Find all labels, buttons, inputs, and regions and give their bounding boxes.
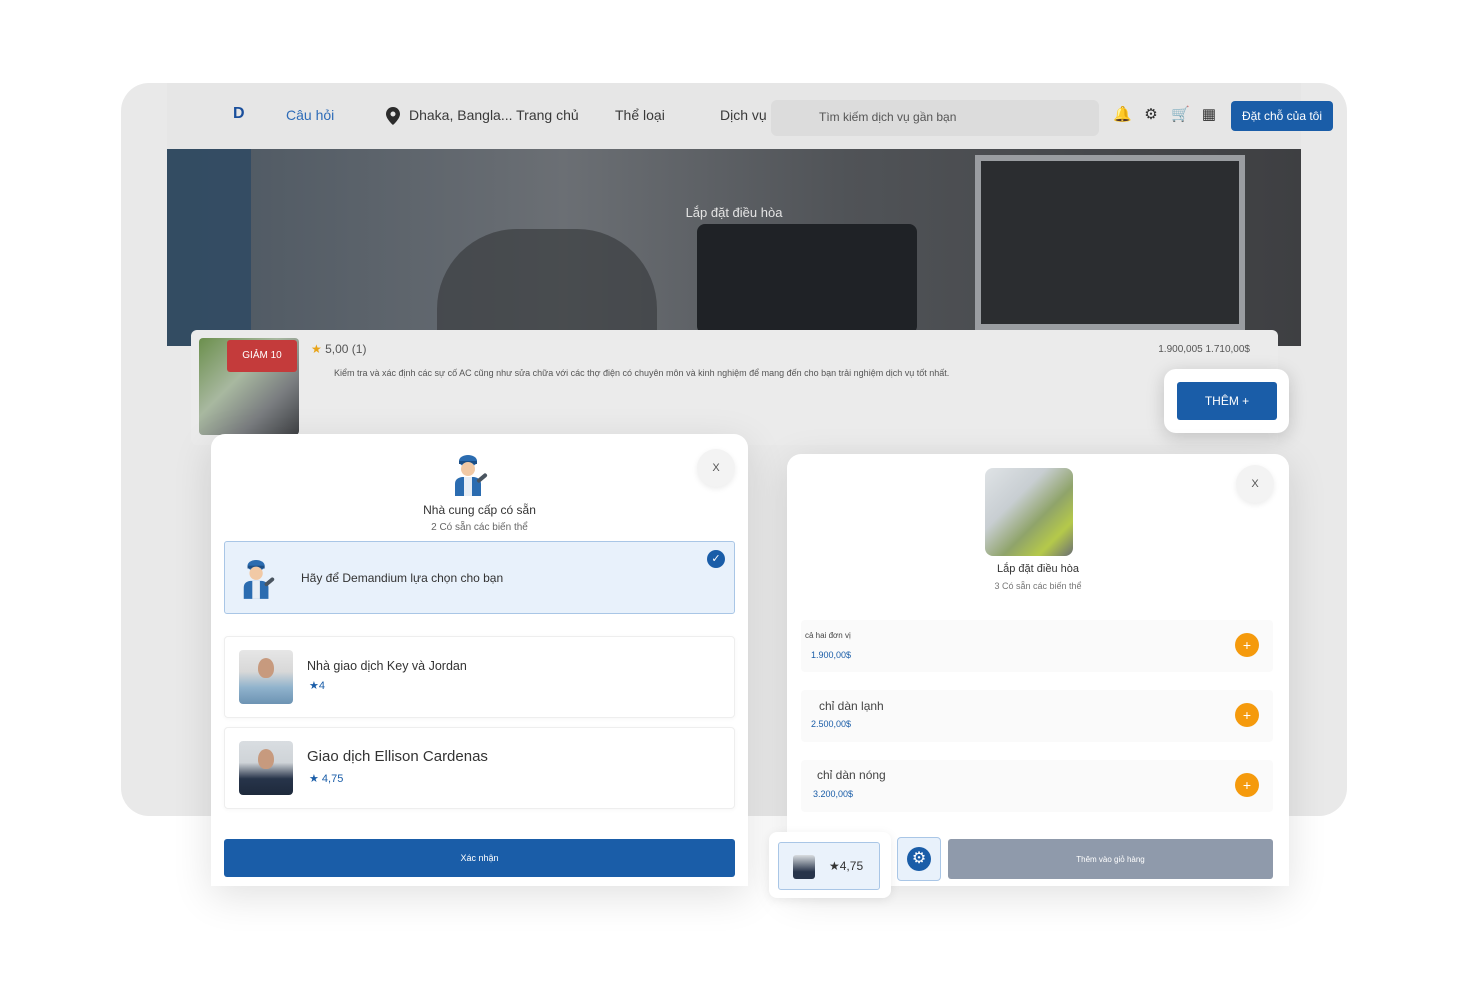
variant-name: chỉ dàn lạnh: [819, 699, 884, 713]
selected-provider-wrapper: ★4,75: [769, 832, 891, 898]
add-service-button[interactable]: THÊM +: [1177, 382, 1277, 420]
provider-name: Giao dịch Ellison Cardenas: [307, 748, 488, 765]
logo[interactable]: D: [233, 105, 249, 127]
cart-icon[interactable]: 🛒: [1171, 106, 1190, 124]
rating-value: 5,00 (1): [325, 342, 367, 356]
add-variant-button[interactable]: +: [1235, 773, 1259, 797]
variant-modal-subtitle: 3 Có sẵn các biến thể: [994, 581, 1082, 591]
location-selector[interactable]: Dhaka, Bangla... Trang chủ: [409, 107, 579, 123]
nav-questions[interactable]: Câu hỏi: [286, 107, 334, 123]
variant-name: cả hai đơn vị: [805, 631, 851, 640]
service-price: 1.900,005 1.710,00$: [1158, 344, 1250, 355]
star-icon: ★: [311, 342, 322, 356]
nav-categories[interactable]: Thể loại: [615, 107, 665, 123]
discount-badge: GIẢM 10: [227, 340, 297, 372]
close-button[interactable]: X: [697, 449, 735, 487]
stage: D Câu hỏi Dhaka, Bangla... Trang chủ Thể…: [0, 0, 1468, 992]
service-rating: ★ 5,00 (1): [311, 342, 366, 356]
close-button[interactable]: X: [1236, 465, 1274, 503]
add-variant-button[interactable]: +: [1235, 633, 1259, 657]
confirm-button[interactable]: Xác nhận: [224, 839, 735, 877]
variant-name: chỉ dàn nóng: [817, 768, 886, 782]
avatar-face: [258, 658, 274, 678]
add-variant-button[interactable]: +: [1235, 703, 1259, 727]
selected-provider-chip[interactable]: ★4,75: [778, 842, 880, 890]
auto-select-label: Hãy để Demandium lựa chọn cho bạn: [301, 571, 504, 585]
add-button-wrapper: THÊM +: [1164, 369, 1289, 433]
variant-row: chỉ dàn nóng 3.200,00$ +: [801, 760, 1273, 812]
avatar: [239, 650, 293, 704]
hero-decoration: [167, 149, 251, 346]
variant-price: 1.900,00$: [811, 650, 852, 660]
notification-bell-icon[interactable]: 🔔: [1113, 106, 1132, 124]
mechanic-icon: [455, 455, 488, 496]
variant-modal: X Lắp đặt điều hòa 3 Có sẵn các biến thể…: [787, 454, 1289, 886]
location-pin-icon: [386, 107, 400, 125]
modal-subtitle: 2 Có sẵn các biến thể: [431, 522, 528, 533]
grid-menu-icon[interactable]: ▦: [1200, 106, 1218, 124]
variant-row: cả hai đơn vị 1.900,00$ +: [801, 620, 1273, 672]
hero-banner: Lắp đặt điều hòa: [167, 149, 1301, 346]
service-thumbnail: [985, 468, 1073, 556]
selected-provider-rating: ★4,75: [829, 859, 864, 873]
search-box[interactable]: Tìm kiếm dịch vụ gần bạn: [771, 100, 1099, 136]
add-to-cart-button[interactable]: Thêm vào giỏ hàng: [948, 839, 1273, 879]
avatar: [793, 855, 815, 879]
provider-option[interactable]: Giao dịch Ellison Cardenas ★ 4,75: [224, 727, 735, 809]
auto-select-option[interactable]: Hãy để Demandium lựa chọn cho bạn ✓: [224, 541, 735, 614]
hero-screen: [975, 155, 1245, 330]
provider-option[interactable]: Nhà giao dịch Key và Jordan ★4: [224, 636, 735, 718]
provider-modal: X Nhà cung cấp có sẵn 2 Có sẵn các biến …: [211, 434, 748, 886]
settings-icon[interactable]: ⚙: [1142, 106, 1160, 124]
top-navbar: D Câu hỏi Dhaka, Bangla... Trang chủ Thể…: [167, 83, 1333, 149]
provider-name: Nhà giao dịch Key và Jordan: [307, 659, 467, 673]
hero-title: Lắp đặt điều hòa: [685, 205, 783, 220]
variant-row: chỉ dàn lạnh 2.500,00$ +: [801, 690, 1273, 742]
variant-modal-title: Lắp đặt điều hòa: [997, 563, 1079, 575]
avatar-face: [258, 749, 274, 769]
variant-price: 3.200,00$: [813, 789, 854, 799]
hero-device: [697, 224, 917, 334]
provider-settings-button[interactable]: ⚙: [897, 837, 941, 881]
my-bookings-button[interactable]: Đặt chỗ của tôi: [1231, 101, 1333, 131]
gear-icon: ⚙: [907, 847, 931, 871]
provider-rating: ★ 4,75: [309, 773, 344, 785]
service-description: Kiểm tra và xác định các sự cố AC cũng n…: [334, 368, 950, 378]
provider-rating: ★4: [309, 680, 325, 692]
variant-price: 2.500,00$: [811, 719, 852, 729]
modal-title: Nhà cung cấp có sẵn: [423, 503, 536, 517]
mechanic-icon: [243, 559, 275, 599]
service-card: GIẢM 10 ★ 5,00 (1) Kiểm tra và xác định …: [191, 330, 1278, 445]
hero-person: [437, 229, 657, 346]
checkmark-icon: ✓: [707, 550, 725, 568]
avatar: [239, 741, 293, 795]
search-placeholder: Tìm kiếm dịch vụ gần bạn: [819, 110, 957, 124]
